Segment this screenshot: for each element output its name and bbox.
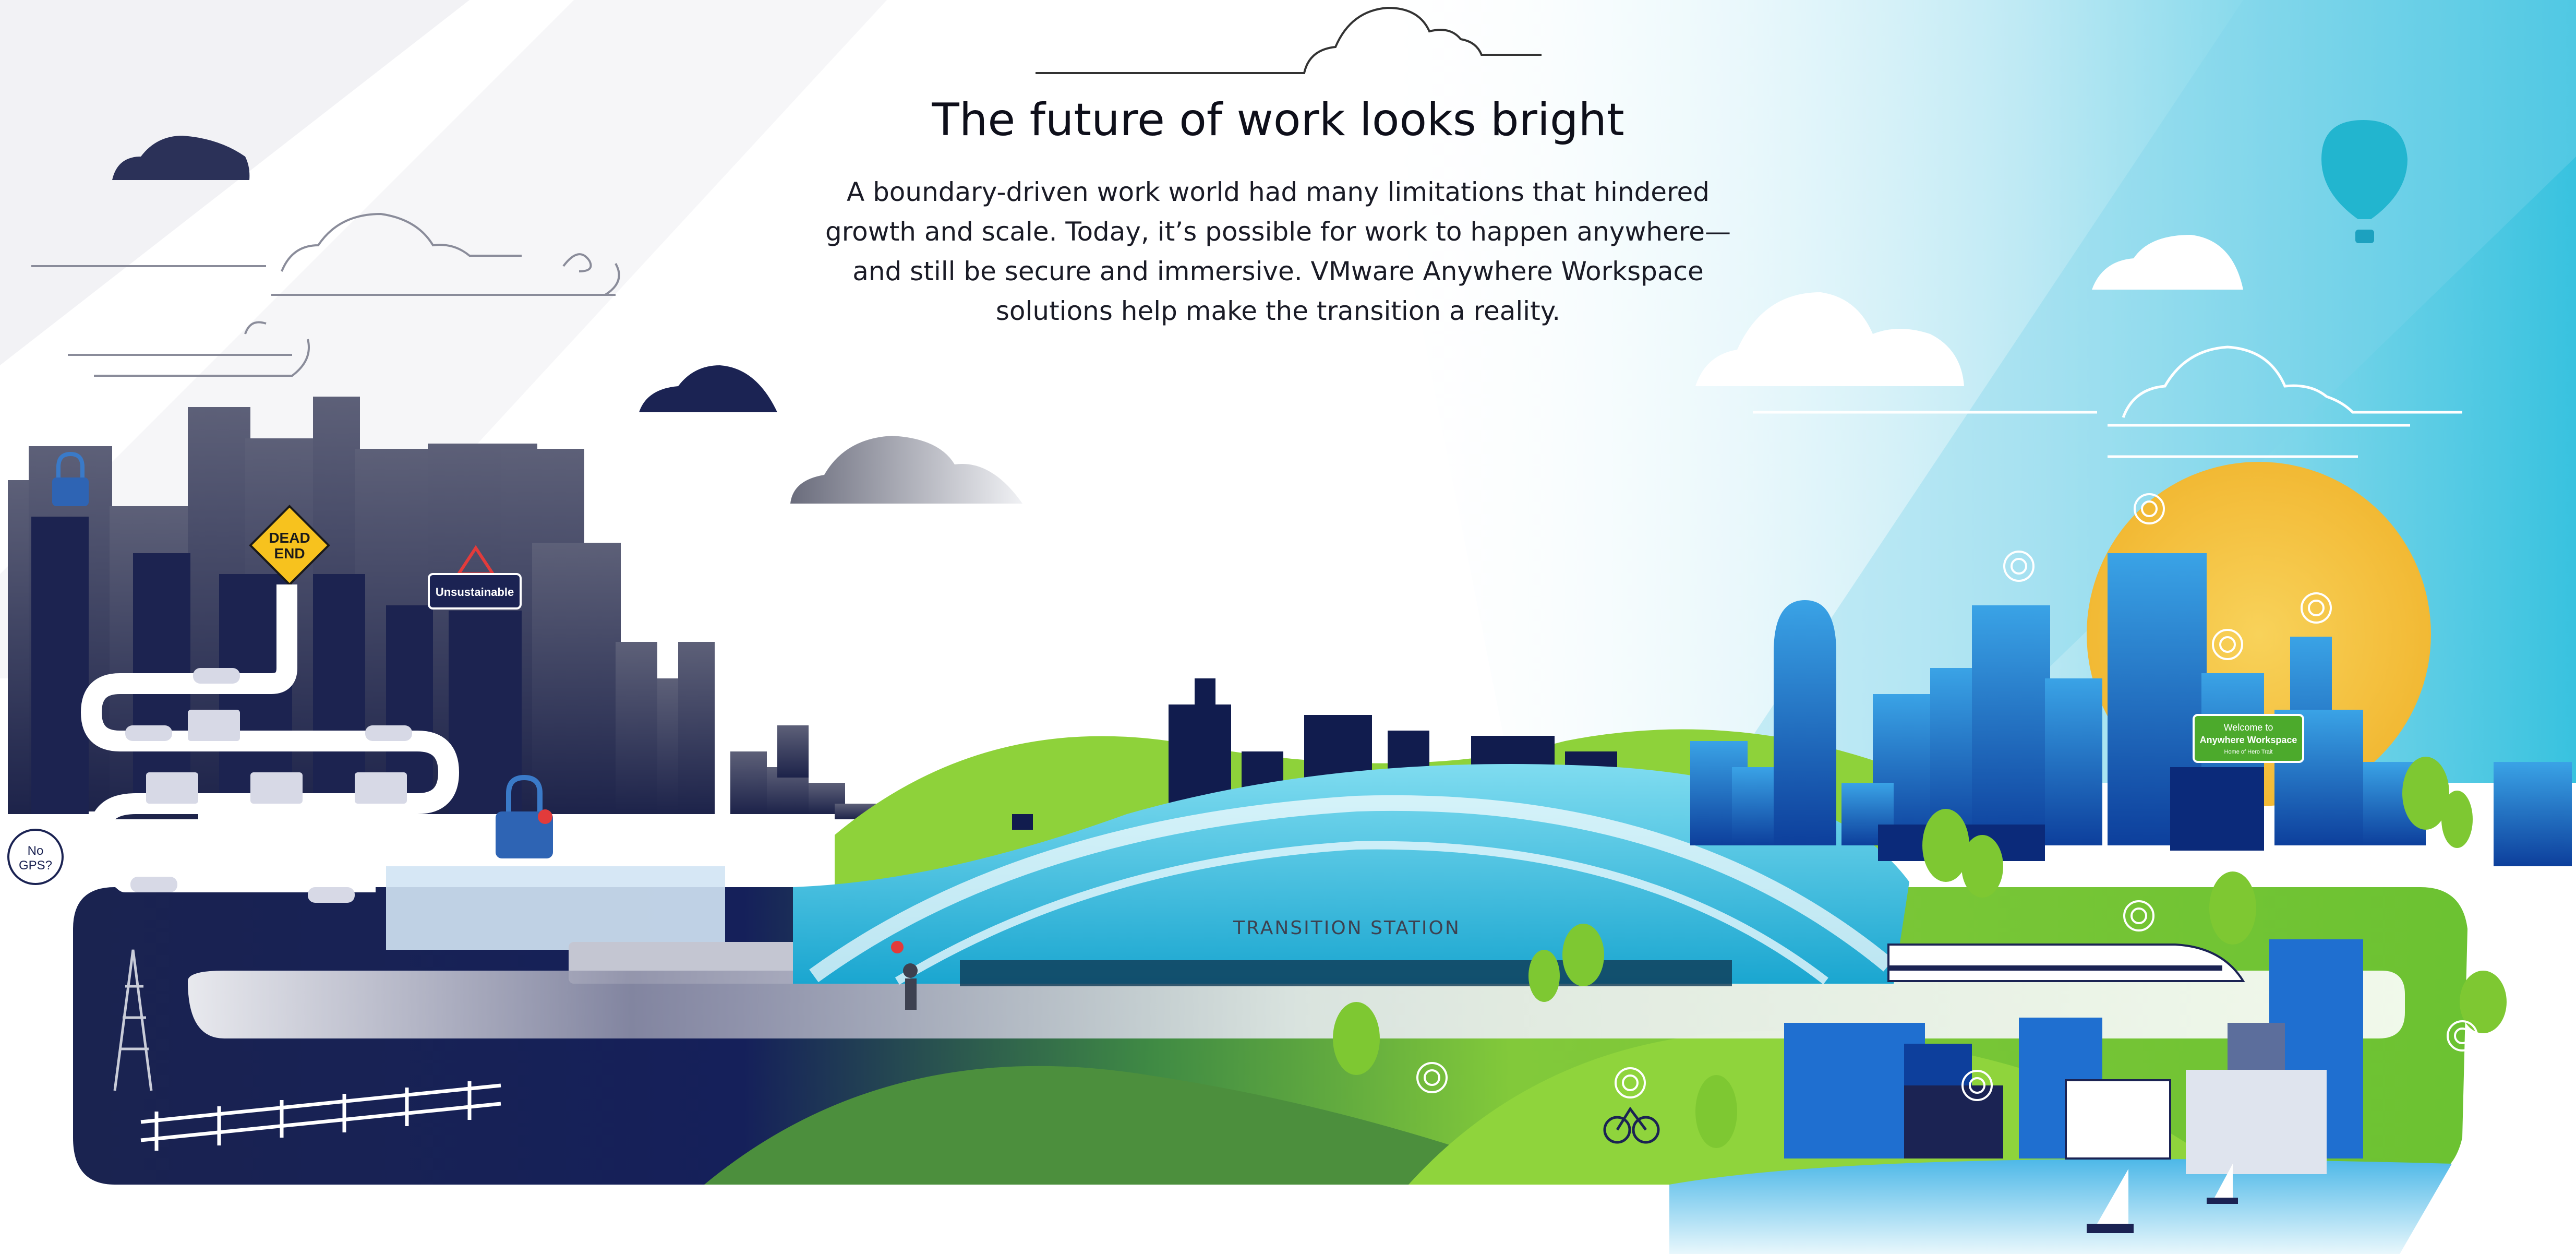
svg-text:No: No xyxy=(28,844,44,858)
bullet-train xyxy=(1887,944,2245,982)
svg-text:Welcome to: Welcome to xyxy=(2224,722,2273,733)
person-figure xyxy=(903,963,918,1010)
intro-line: and still be secure and immersive. VMwar… xyxy=(852,256,1704,286)
no-gps-bubble: No GPS? xyxy=(7,829,64,885)
welcome-sign: Welcome to Anywhere Workspace Home of He… xyxy=(2193,714,2304,763)
intro-paragraph: A boundary-driven work world had many li… xyxy=(824,172,1732,331)
svg-text:GPS?: GPS? xyxy=(19,858,52,873)
svg-text:END: END xyxy=(274,545,305,562)
intro-line: solutions help make the transition a rea… xyxy=(995,296,1561,326)
svg-text:Home of Hero Trait: Home of Hero Trait xyxy=(2224,749,2273,755)
unsustainable-sign: Unsustainable xyxy=(428,573,522,610)
intro-line: growth and scale. Today, it’s possible f… xyxy=(825,217,1731,247)
station-label: TRANSITION STATION xyxy=(1233,917,1461,939)
svg-text:Anywhere Workspace: Anywhere Workspace xyxy=(2200,735,2297,745)
alert-icon xyxy=(891,941,904,953)
svg-text:Unsustainable: Unsustainable xyxy=(436,586,514,599)
dead-end-label: DEAD xyxy=(269,530,310,546)
intro-line: A boundary-driven work world had many li… xyxy=(846,177,1710,207)
page-title: The future of work looks bright xyxy=(932,94,1624,146)
